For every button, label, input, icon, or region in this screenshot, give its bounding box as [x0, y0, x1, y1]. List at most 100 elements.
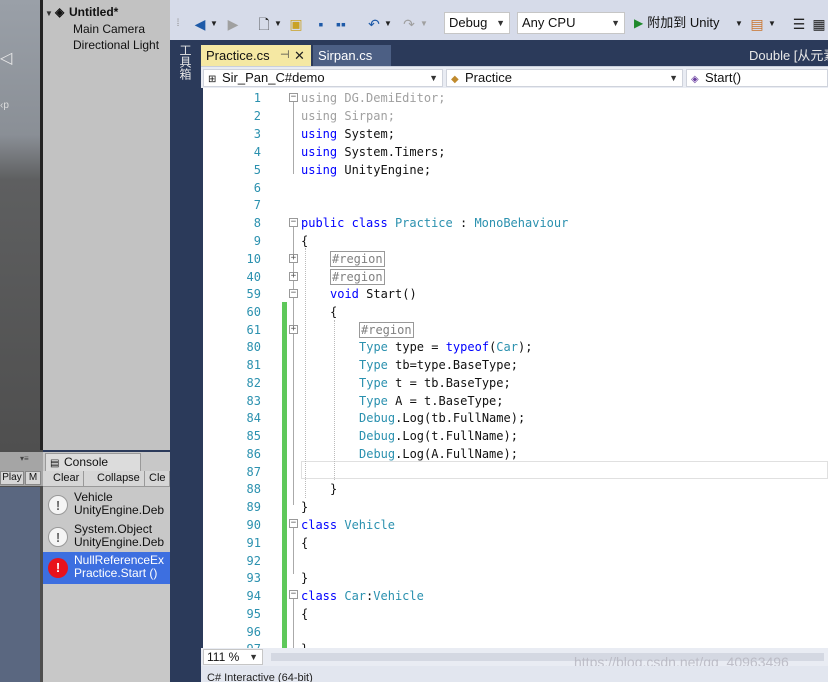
code-line-3: using System;: [301, 127, 395, 141]
toolbox-tab[interactable]: 工具箱: [177, 44, 192, 80]
mute-button[interactable]: M: [25, 471, 41, 485]
code-line-61: #region: [359, 321, 414, 339]
outline-line: [293, 102, 294, 174]
console-tab[interactable]: ▤ Console: [45, 453, 141, 471]
project-select[interactable]: ⊞ Sir_Pan_C#demo ▼: [203, 69, 443, 87]
unity-logo-icon: ◈: [55, 5, 65, 19]
csharp-project-icon: ⊞: [208, 74, 217, 85]
code-editor[interactable]: 1 2 3 4 5 6 7 8 9 10 40 59 60 61 80 81 82 83 84 85 86 87 88 89 9…: [203, 88, 828, 648]
line-number: 8: [253, 216, 261, 230]
console-tab-label: Console: [64, 455, 109, 469]
tab-practice-cs[interactable]: Practice.cs ⊣ ✕: [201, 45, 311, 66]
collapse-icon[interactable]: −: [289, 590, 298, 599]
scene-view[interactable]: ◁ ‹p: [0, 0, 40, 450]
log-source: UnityEngine.Deb: [74, 535, 165, 549]
interactive-window-tab[interactable]: C# Interactive (64-bit): [201, 666, 828, 682]
play-icon: ▶: [634, 16, 644, 30]
code-line-40: #region: [330, 268, 385, 286]
line-number-gutter: 1 2 3 4 5 6 7 8 9 10 40 59 60 61 80 81 82 83 84 85 86 87 88 89 9…: [203, 88, 261, 648]
tab-overflow-label[interactable]: Double [从元素: [749, 45, 828, 66]
dropdown-arrow-icon[interactable]: ▼: [420, 15, 428, 33]
member-select[interactable]: ◈ Start(): [686, 69, 828, 87]
new-project-icon[interactable]: 🗋: [255, 15, 273, 33]
collapse-icon[interactable]: −: [289, 519, 298, 528]
collapse-icon[interactable]: −: [289, 218, 298, 227]
code-line-95: {: [301, 607, 309, 621]
redo-icon[interactable]: ↷: [400, 15, 418, 33]
scene-name: Untitled*: [69, 5, 119, 19]
line-number: 60: [246, 305, 261, 319]
undo-icon[interactable]: ↶: [365, 15, 383, 33]
code-line-89: }: [301, 500, 309, 514]
console-log-entry-selected[interactable]: ! NullReferenceEx Practice.Start (): [43, 552, 170, 584]
member-value: Start(): [705, 70, 742, 85]
navigate-forward-icon[interactable]: ▶: [225, 15, 241, 33]
code-line-4: using System.Timers;: [301, 145, 446, 159]
clear-button[interactable]: Clear: [49, 471, 85, 486]
attach-to-unity-button[interactable]: ▶ 附加到 Unity: [634, 12, 740, 34]
code-line-82: Type t = tb.BaseType;: [359, 376, 511, 390]
dropdown-arrow-icon[interactable]: ▼: [274, 15, 282, 33]
solution-configuration-select[interactable]: Debug ▼: [444, 12, 510, 34]
code-line-80: Type type = typeof(Car);: [359, 340, 533, 354]
console-log-entry[interactable]: ! Vehicle UnityEngine.Deb: [43, 489, 170, 521]
dropdown-arrow-icon[interactable]: ▼: [210, 15, 218, 33]
line-number: 94: [246, 589, 261, 603]
maximize-on-play-button[interactable]: Play: [0, 471, 24, 485]
save-all-icon[interactable]: ▪▪: [332, 15, 350, 33]
line-number: 1: [253, 91, 261, 105]
solution-platform-select[interactable]: Any CPU ▼: [517, 12, 625, 34]
properties-icon[interactable]: ▦: [810, 15, 828, 33]
line-number: 80: [246, 340, 261, 354]
class-select[interactable]: ◆ Practice ▼: [446, 69, 683, 87]
code-line-90: class Vehicle: [301, 518, 395, 532]
attach-label: 附加到 Unity: [647, 15, 720, 30]
tab-label: Sirpan.cs: [318, 48, 373, 63]
line-number: 81: [246, 358, 261, 372]
solution-explorer-icon[interactable]: ☰: [790, 15, 808, 33]
class-value: Practice: [465, 70, 512, 85]
fold-triangle-icon[interactable]: ▼: [45, 6, 55, 22]
find-in-files-icon[interactable]: ▤: [748, 15, 766, 33]
console-log-entry[interactable]: ! System.Object UnityEngine.Deb: [43, 521, 170, 553]
code-line-59: void Start(): [330, 287, 417, 301]
line-number: 91: [246, 536, 261, 550]
collapsed-region[interactable]: #region: [359, 322, 414, 338]
hierarchy-scene-row[interactable]: ▼ ◈ Untitled*: [45, 4, 118, 20]
line-number: 96: [246, 625, 261, 639]
zoom-select[interactable]: 111 % ▼: [203, 649, 263, 665]
line-number: 89: [246, 500, 261, 514]
open-file-icon[interactable]: ▣: [287, 15, 305, 33]
code-line-85: Debug.Log(t.FullName);: [359, 429, 518, 443]
outline-line: [293, 599, 294, 648]
panel-menu-icon[interactable]: ▾≡: [20, 454, 29, 463]
toolbar-grip-icon: ⁞: [176, 18, 180, 29]
collapsed-region[interactable]: #region: [330, 251, 385, 267]
persp-label: ‹p: [0, 100, 9, 111]
expand-icon[interactable]: +: [289, 325, 298, 334]
collapse-icon[interactable]: −: [289, 289, 298, 298]
hierarchy-item-directional-light[interactable]: Directional Light: [73, 37, 159, 53]
clear-on-play-button[interactable]: Cle: [145, 471, 170, 486]
tab-sirpan-cs[interactable]: Sirpan.cs: [313, 45, 391, 66]
collapse-icon[interactable]: −: [289, 93, 298, 102]
game-view[interactable]: [0, 487, 40, 682]
class-icon: ◆: [451, 74, 459, 85]
hierarchy-item-main-camera[interactable]: Main Camera: [73, 21, 145, 37]
code-line-84: Debug.Log(tb.FullName);: [359, 411, 526, 425]
close-icon[interactable]: ✕: [294, 45, 305, 66]
expand-icon[interactable]: +: [289, 272, 298, 281]
dropdown-arrow-icon[interactable]: ▼: [768, 15, 776, 33]
collapse-button[interactable]: Collapse: [93, 471, 145, 486]
scene-gizmo-icon[interactable]: ◁: [0, 48, 12, 68]
code-line-97: }: [301, 640, 308, 648]
expand-icon[interactable]: +: [289, 254, 298, 263]
console-toolbar: Clear Collapse Cle: [43, 471, 170, 487]
save-icon[interactable]: ▪: [312, 15, 330, 33]
pin-icon[interactable]: ⊣: [280, 45, 290, 66]
code-line-86: Debug.Log(A.FullName);: [359, 447, 518, 461]
dropdown-arrow-icon[interactable]: ▼: [384, 15, 392, 33]
collapsed-region[interactable]: #region: [330, 269, 385, 285]
error-icon: !: [48, 558, 68, 578]
navigate-back-icon[interactable]: ◀: [192, 15, 208, 33]
